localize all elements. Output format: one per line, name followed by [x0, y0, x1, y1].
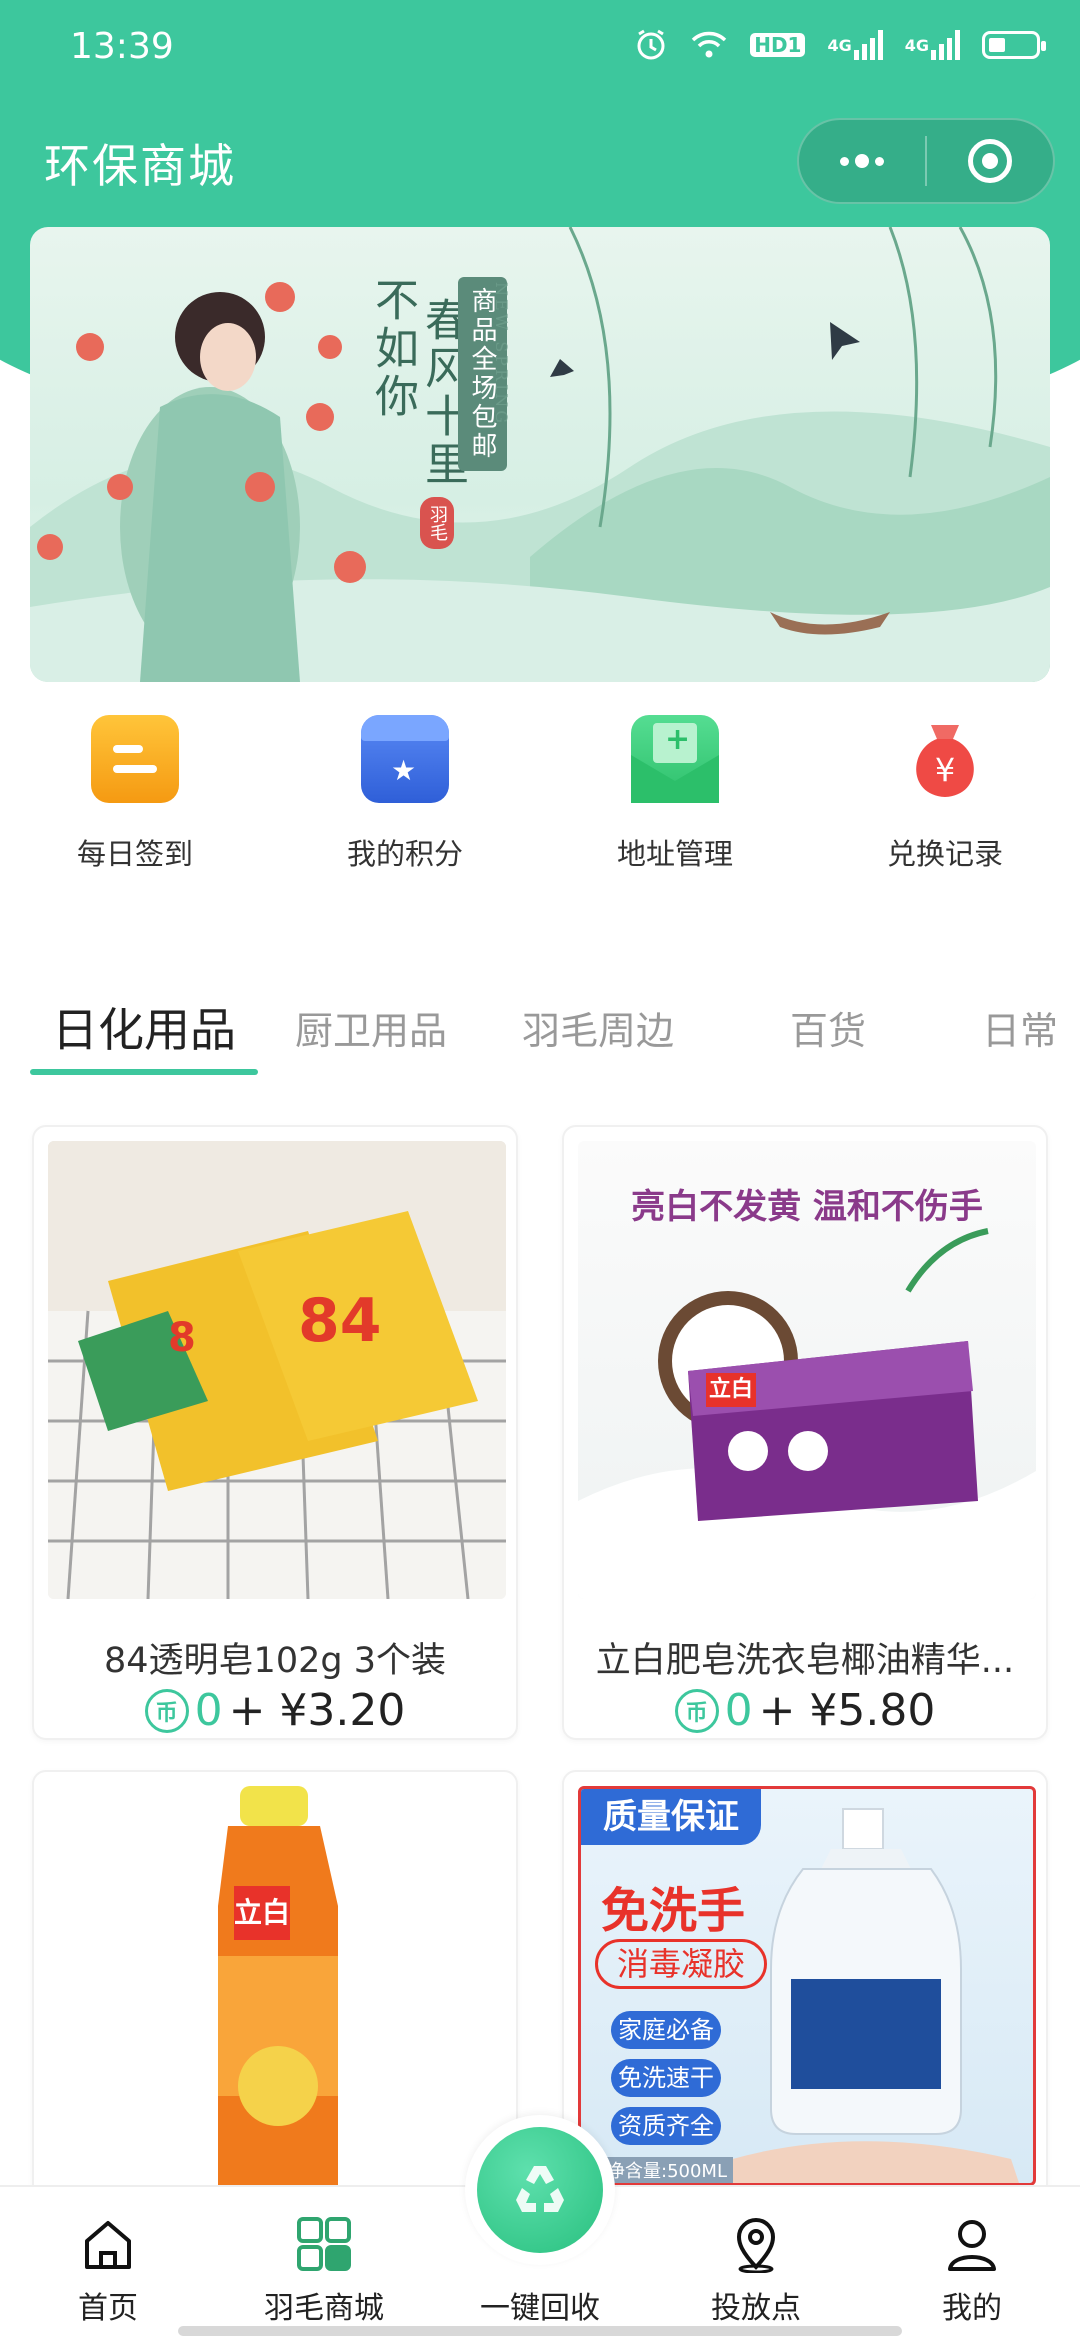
quick-item-address[interactable]: + 地址管理: [540, 715, 810, 915]
target-icon: [968, 139, 1012, 183]
user-icon: [943, 2215, 1001, 2273]
quick-item-checkin[interactable]: 每日签到: [0, 715, 270, 915]
more-button[interactable]: [799, 120, 925, 202]
status-bar: 13:39 HD1 4G 4G: [0, 0, 1080, 100]
battery-icon: [982, 31, 1046, 59]
net-label-1: 4G: [827, 35, 852, 55]
app-page: 13:39 HD1 4G 4G 环保商城 春风十里 不如你 商品全场包邮 NEW…: [0, 0, 1080, 2340]
quick-item-records[interactable]: ¥ 兑换记录: [810, 715, 1080, 915]
status-icons: HD1 4G 4G: [634, 28, 1046, 62]
product-image: 质量保证 免洗手 消毒凝胶 家庭必备 免洗速干 资质齐全 净含量:500ML: [578, 1786, 1036, 2186]
svg-text:¥: ¥: [935, 751, 955, 789]
product-card[interactable]: 立白: [32, 1770, 518, 2240]
wifi-icon: [690, 30, 728, 60]
recycle-icon: [477, 2127, 603, 2253]
nav-label-recycle: 一键回收: [480, 2291, 600, 2326]
svg-text:84: 84: [298, 1286, 382, 1356]
tab-daily-chemicals[interactable]: 日化用品: [52, 994, 236, 1060]
nav-item-profile[interactable]: 我的: [872, 2187, 1072, 2340]
quick-item-points[interactable]: ★ 我的积分: [270, 715, 540, 915]
tab-general-goods[interactable]: 百货: [790, 1000, 866, 1055]
product-image: 立白: [48, 1786, 506, 2186]
product-name: 84透明皂102g 3个装: [104, 1641, 446, 1681]
product-card[interactable]: 84 8 84透明皂102g 3个装 币 0 + ¥3.20: [32, 1125, 518, 1740]
home-icon: [79, 2215, 137, 2273]
tab-feather-merch[interactable]: 羽毛周边: [522, 1000, 674, 1055]
nav-label-dropoff: 投放点: [711, 2291, 801, 2326]
banner-headline-line2: 不如你: [367, 277, 418, 421]
quick-menu: 每日签到 ★ 我的积分 + 地址管理 ¥ 兑换记录: [0, 715, 1080, 915]
banner-english: NEW SPRING: [492, 282, 511, 427]
product-cash-price: + ¥3.20: [228, 1685, 406, 1736]
net-label-2: 4G: [904, 35, 929, 55]
nav-label-profile: 我的: [942, 2291, 1002, 2326]
nav-item-dropoff[interactable]: 投放点: [656, 2187, 856, 2340]
money-bag-icon: ¥: [901, 715, 989, 803]
status-time: 13:39: [70, 26, 174, 67]
product-name: 立白肥皂洗衣皂椰油精华...: [595, 1641, 1015, 1681]
tab-daily[interactable]: 日常: [982, 1000, 1058, 1055]
alarm-icon: [634, 28, 668, 62]
coin-icon: 币: [674, 1688, 719, 1733]
grid-icon: [295, 2215, 353, 2273]
page-title: 环保商城: [44, 139, 236, 193]
nav-label-mall: 羽毛商城: [264, 2291, 384, 2326]
address-icon: +: [631, 715, 719, 803]
product-image: 亮白不发黄 温和不伤手 立白: [578, 1141, 1036, 1599]
product-image-brand: 立白: [234, 1886, 290, 1940]
tab-kitchen-bath[interactable]: 厨卫用品: [295, 1000, 447, 1055]
points-store-icon: ★: [361, 715, 449, 803]
location-pin-icon: [727, 2215, 785, 2274]
active-tab-indicator: [30, 1069, 258, 1075]
svg-text:8: 8: [168, 1315, 196, 1361]
signal-4g-icon-1: 4G: [827, 30, 883, 60]
nav-item-mall[interactable]: 羽毛商城: [224, 2187, 424, 2340]
recycle-button[interactable]: [465, 2115, 615, 2265]
product-cash-price: + ¥5.80: [758, 1685, 936, 1736]
product-coins: 0: [194, 1685, 223, 1736]
miniprogram-capsule: [797, 118, 1055, 204]
quick-label-points: 我的积分: [346, 837, 463, 871]
close-miniprogram-button[interactable]: [927, 120, 1053, 202]
product-image-brand: 立白: [706, 1373, 756, 1407]
banner-seal: 羽毛: [420, 497, 454, 549]
nav-item-home[interactable]: 首页: [8, 2187, 208, 2340]
quick-label-checkin: 每日签到: [76, 837, 193, 871]
home-indicator: [178, 2326, 902, 2336]
banner-illustration: [30, 227, 1050, 682]
nav-label-home: 首页: [78, 2291, 138, 2326]
product-card[interactable]: 质量保证 免洗手 消毒凝胶 家庭必备 免洗速干 资质齐全 净含量:500ML: [562, 1770, 1048, 2240]
product-image: 84 8: [48, 1141, 506, 1599]
product-coins: 0: [724, 1685, 753, 1736]
checkin-icon: [91, 715, 179, 803]
quick-label-records: 兑换记录: [886, 837, 1003, 871]
quick-label-address: 地址管理: [616, 837, 733, 871]
signal-4g-icon-2: 4G: [905, 30, 960, 60]
promo-banner[interactable]: 春风十里 不如你 商品全场包邮 NEW SPRING 羽毛: [30, 227, 1050, 682]
category-tabs: 日化用品 厨卫用品 羽毛周边 百货 日常: [0, 950, 1080, 1080]
product-price: 币 0 + ¥5.80: [564, 1685, 1046, 1736]
product-image-volume: 净含量:500ML: [601, 2157, 733, 2183]
coin-icon: 币: [144, 1688, 189, 1733]
hd-icon: HD1: [750, 33, 806, 57]
product-card[interactable]: 亮白不发黄 温和不伤手 立白 立白肥皂洗衣皂椰油精华... 币 0 + ¥5.8…: [562, 1125, 1048, 1740]
more-dots-icon: [840, 154, 884, 168]
product-price: 币 0 + ¥3.20: [34, 1685, 516, 1736]
